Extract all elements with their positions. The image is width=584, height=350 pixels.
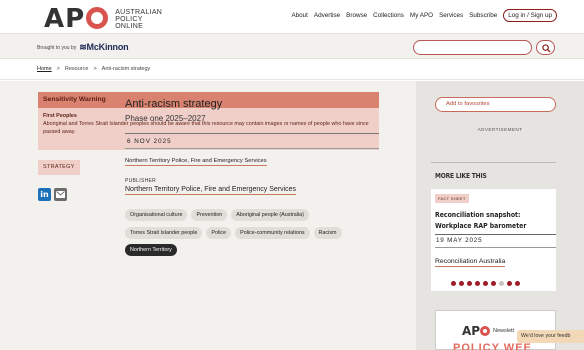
tag-chip[interactable]: Police-community relations bbox=[235, 227, 310, 239]
tag-chip[interactable]: Aboriginal people (Australia) bbox=[231, 209, 309, 221]
tag-chip[interactable]: Torres Strait Islander people bbox=[125, 227, 203, 239]
divider bbox=[435, 234, 556, 235]
apo-logo[interactable]: AP AUSTRALIAN POLICY ONLINE bbox=[44, 4, 162, 34]
carousel-dots bbox=[451, 281, 520, 286]
sponsor-logo[interactable]: ≋McKinnon bbox=[79, 42, 128, 53]
share-buttons: in bbox=[38, 188, 67, 201]
divider bbox=[431, 162, 556, 163]
card-title[interactable]: Reconciliation snapshot: Workplace RAP b… bbox=[435, 210, 539, 232]
email-icon[interactable] bbox=[54, 188, 67, 201]
site-header: AP AUSTRALIAN POLICY ONLINE About Advert… bbox=[0, 0, 584, 34]
breadcrumb: Home > Resource > Anti-racism strategy bbox=[37, 66, 150, 72]
tag-chip[interactable]: Racism bbox=[313, 227, 342, 239]
card-date: 19 MAY 2025 bbox=[436, 237, 483, 244]
tag-list-row3: Northern Territory bbox=[125, 244, 177, 256]
nav-about[interactable]: About bbox=[291, 12, 307, 19]
breadcrumb-resource[interactable]: Resource bbox=[65, 66, 89, 72]
nav-services[interactable]: Services bbox=[439, 12, 463, 19]
newsletter-label: Newslett bbox=[493, 328, 515, 334]
tag-chip[interactable]: Organisational culture bbox=[125, 209, 188, 221]
main-nav: About Advertise Browse Collections My AP… bbox=[291, 9, 557, 22]
card-author-link[interactable]: Reconciliation Australia bbox=[435, 258, 506, 267]
publish-date: 6 NOV 2025 bbox=[127, 138, 172, 145]
divider bbox=[435, 247, 556, 248]
carousel-dot[interactable] bbox=[515, 281, 520, 286]
breadcrumb-separator: > bbox=[56, 66, 60, 72]
carousel-dot[interactable] bbox=[491, 281, 496, 286]
carousel-dot[interactable] bbox=[475, 281, 480, 286]
carousel-dot[interactable] bbox=[483, 281, 488, 286]
page-subtitle: Phase one 2025–2027 bbox=[125, 114, 206, 123]
breadcrumb-separator: > bbox=[93, 66, 97, 72]
tag-list-row1: Organisational culture Prevention Aborig… bbox=[125, 209, 385, 221]
sponsor-search-bar: Brought to you by ≋McKinnon bbox=[0, 33, 584, 59]
add-to-favourites-button[interactable]: Add to favourites bbox=[435, 97, 556, 112]
nav-collections[interactable]: Collections bbox=[373, 12, 404, 19]
card-type-tag: FACT SHEET bbox=[435, 194, 469, 203]
carousel-dot[interactable] bbox=[451, 281, 456, 286]
brought-label: Brought to you by bbox=[37, 44, 77, 51]
publisher-link[interactable]: Northern Territory Police, Fire and Emer… bbox=[125, 186, 297, 195]
sponsor-credit: Brought to you by ≋McKinnon bbox=[37, 42, 129, 53]
linkedin-icon[interactable]: in bbox=[38, 188, 51, 201]
nav-browse[interactable]: Browse bbox=[346, 12, 367, 19]
tag-list-row2: Torres Strait Islander people Police Pol… bbox=[125, 227, 342, 239]
tag-chip[interactable]: Prevention bbox=[191, 209, 228, 221]
publisher-label: PUBLISHER bbox=[125, 178, 157, 184]
carousel-dot[interactable] bbox=[467, 281, 472, 286]
newsletter-banner: POLICY WEE bbox=[453, 342, 532, 350]
tag-chip-active[interactable]: Northern Territory bbox=[125, 244, 177, 256]
breadcrumb-current: Anti-racism strategy bbox=[101, 66, 151, 72]
search-button[interactable] bbox=[536, 40, 555, 55]
divider bbox=[125, 148, 379, 149]
breadcrumb-bar: Home > Resource > Anti-racism strategy bbox=[0, 59, 584, 80]
nav-subscribe[interactable]: Subscribe bbox=[469, 12, 497, 19]
carousel-dot[interactable] bbox=[507, 281, 512, 286]
divider bbox=[125, 133, 379, 134]
feedback-tab[interactable]: We'd love your feedb bbox=[517, 330, 584, 343]
logo-mark: AP bbox=[44, 4, 109, 34]
nav-my-apo[interactable]: My APO bbox=[410, 12, 433, 19]
login-button[interactable]: Log in / Sign up bbox=[503, 9, 557, 22]
search-icon bbox=[542, 44, 551, 53]
nav-advertise[interactable]: Advertise bbox=[314, 12, 340, 19]
warning-body: Aboriginal and Torres Strait Islander pe… bbox=[43, 121, 369, 135]
resource-type-tag[interactable]: STRATEGY bbox=[38, 160, 80, 175]
more-like-this-heading: MORE LIKE THIS bbox=[435, 172, 487, 180]
author-link[interactable]: Northern Territory Police, Fire and Emer… bbox=[125, 158, 267, 166]
page-title: Anti-racism strategy bbox=[125, 98, 223, 110]
search-input[interactable] bbox=[413, 40, 532, 55]
newsletter-logo: AP bbox=[462, 324, 491, 338]
tag-chip[interactable]: Police bbox=[206, 227, 232, 239]
breadcrumb-home[interactable]: Home bbox=[37, 66, 52, 72]
carousel-dot[interactable] bbox=[459, 281, 464, 286]
logo-text: AUSTRALIAN POLICY ONLINE bbox=[115, 8, 163, 30]
related-resource-card[interactable]: FACT SHEET Reconciliation snapshot: Work… bbox=[431, 189, 556, 291]
advertisement-label: ADVERTISEMENT bbox=[477, 127, 523, 132]
carousel-dot[interactable] bbox=[499, 281, 504, 286]
